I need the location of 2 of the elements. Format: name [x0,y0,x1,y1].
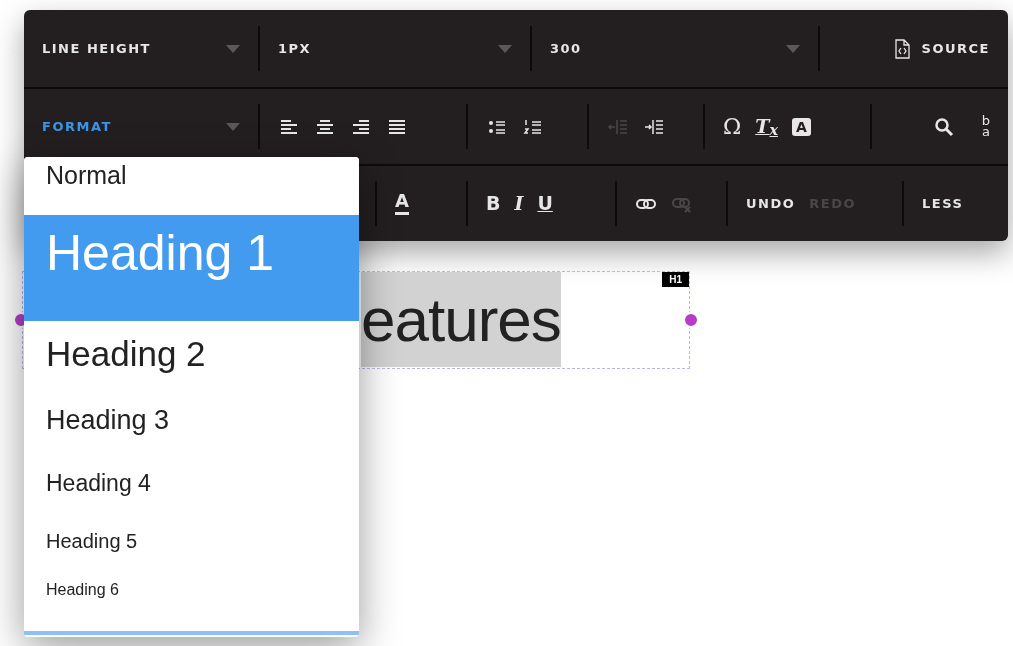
tag-label: H1 [662,272,689,287]
heading-text: eatures [361,272,561,367]
